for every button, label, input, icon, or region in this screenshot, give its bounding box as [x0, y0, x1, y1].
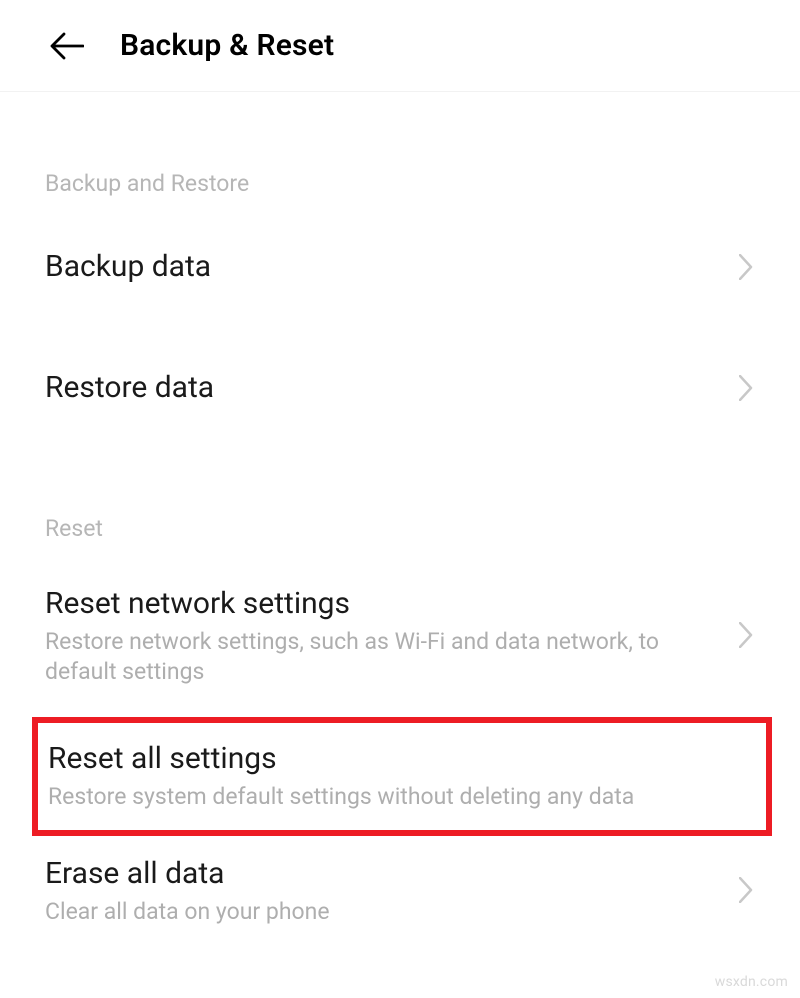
- item-desc: Restore system default settings without …: [48, 782, 756, 812]
- item-reset-network[interactable]: Reset network settings Restore network s…: [0, 572, 800, 703]
- chevron-right-icon: [737, 373, 755, 403]
- chevron-right-icon: [737, 620, 755, 650]
- item-restore-data[interactable]: Restore data: [0, 348, 800, 427]
- back-button[interactable]: [50, 29, 84, 63]
- item-erase-all[interactable]: Erase all data Clear all data on your ph…: [0, 844, 800, 939]
- page-title: Backup & Reset: [120, 28, 334, 63]
- item-label: Backup data: [45, 247, 707, 286]
- section-header-backup: Backup and Restore: [0, 152, 800, 227]
- highlight-reset-all: Reset all settings Restore system defaul…: [32, 717, 772, 836]
- item-label: Reset network settings: [45, 584, 707, 623]
- chevron-right-icon: [737, 252, 755, 282]
- item-label: Restore data: [45, 368, 707, 407]
- item-label: Erase all data: [45, 854, 707, 893]
- content-area: Backup and Restore Backup data Restore d…: [0, 92, 800, 939]
- item-reset-all[interactable]: Reset all settings Restore system defaul…: [48, 739, 756, 812]
- item-backup-data[interactable]: Backup data: [0, 227, 800, 306]
- item-desc: Clear all data on your phone: [45, 897, 707, 927]
- section-header-reset: Reset: [0, 497, 800, 572]
- item-label: Reset all settings: [48, 739, 756, 778]
- item-desc: Restore network settings, such as Wi-Fi …: [45, 627, 707, 687]
- arrow-left-icon: [50, 32, 84, 60]
- watermark: wsxdn.com: [715, 974, 788, 990]
- header-bar: Backup & Reset: [0, 0, 800, 92]
- chevron-right-icon: [737, 875, 755, 905]
